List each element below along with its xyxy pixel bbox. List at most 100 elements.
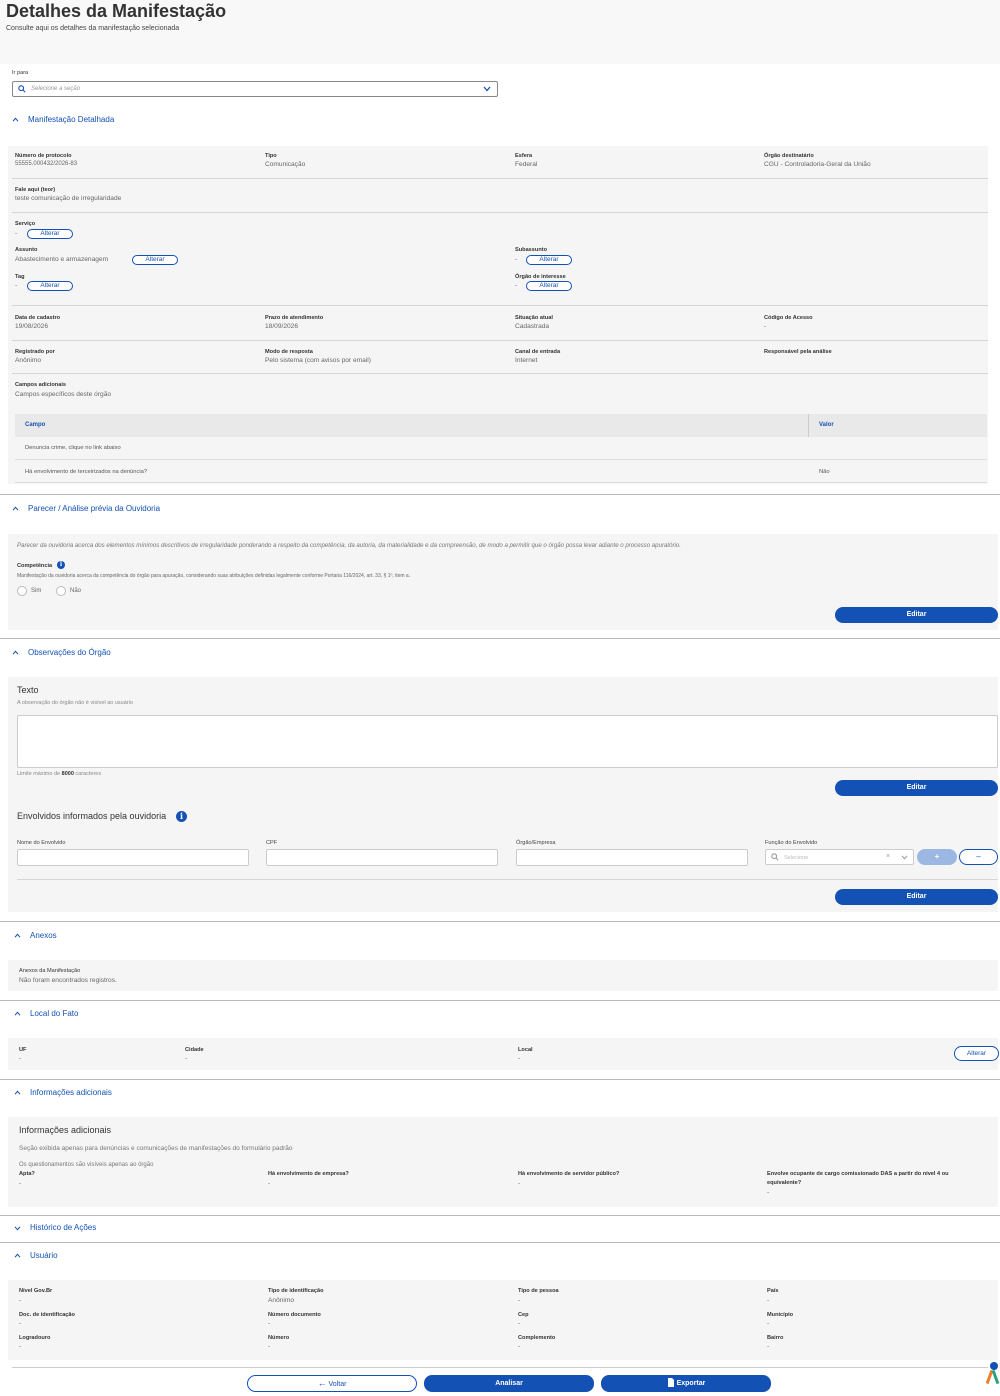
chevron-down-icon[interactable] bbox=[901, 855, 908, 860]
parecer-editar-button[interactable]: Editar bbox=[835, 607, 998, 623]
municipio-label: Município bbox=[767, 1312, 794, 1318]
divider bbox=[12, 305, 988, 306]
table-header-valor[interactable]: Valor bbox=[819, 422, 834, 428]
competencia-nao-radio[interactable] bbox=[56, 586, 66, 596]
local-alterar-button[interactable]: Alterar bbox=[954, 1046, 999, 1061]
chevron-up-icon[interactable] bbox=[12, 117, 19, 122]
section-local-title[interactable]: Local do Fato bbox=[30, 1009, 78, 1018]
orgao-interesse-alterar-button[interactable]: Alterar bbox=[526, 281, 572, 291]
section-divider bbox=[0, 494, 1000, 495]
observacao-editar-button[interactable]: Editar bbox=[835, 780, 998, 796]
divider bbox=[12, 373, 988, 374]
voltar-label: Voltar bbox=[328, 1381, 347, 1388]
table-header-campo[interactable]: Campo bbox=[25, 422, 45, 428]
competencia-sim-radio[interactable] bbox=[17, 586, 27, 596]
situacao-value: Cadastrada bbox=[515, 323, 550, 330]
codigo-acesso-value: - bbox=[764, 323, 767, 330]
bairro-value: - bbox=[767, 1343, 770, 1350]
servico-alterar-button[interactable]: Alterar bbox=[27, 229, 73, 239]
voltar-button[interactable]: ← Voltar bbox=[247, 1375, 417, 1392]
bairro-label: Bairro bbox=[767, 1335, 784, 1341]
modo-resposta-label: Modo de resposta bbox=[265, 349, 313, 355]
file-export-icon bbox=[667, 1378, 674, 1387]
nome-envolvido-input[interactable] bbox=[17, 849, 249, 866]
chevron-up-icon[interactable] bbox=[14, 1011, 21, 1016]
funcao-envolvido-select[interactable]: Selecione × bbox=[765, 849, 914, 865]
section-manifestacao-title[interactable]: Manifestação Detalhada bbox=[28, 115, 114, 124]
esfera-label: Esfera bbox=[515, 153, 533, 159]
cep-label: Cep bbox=[518, 1312, 529, 1318]
analisar-button[interactable]: Analisar bbox=[424, 1375, 594, 1392]
goto-select[interactable]: Selecione a seção bbox=[12, 81, 498, 97]
situacao-label: Situação atual bbox=[515, 315, 553, 321]
assunto-alterar-button[interactable]: Alterar bbox=[132, 255, 178, 265]
chevron-down-icon[interactable] bbox=[14, 1226, 21, 1231]
codigo-acesso-label: Código de Acesso bbox=[764, 315, 813, 321]
section-parecer-title[interactable]: Parecer / Análise prévia da Ouvidoria bbox=[28, 504, 160, 513]
cidade-value: - bbox=[185, 1055, 188, 1062]
apta-value: - bbox=[19, 1180, 22, 1187]
competencia-description: Manifestação da ouvidoria acerca da comp… bbox=[17, 573, 411, 579]
tipo-pessoa-value: - bbox=[518, 1297, 521, 1304]
observacao-textarea[interactable] bbox=[17, 715, 998, 768]
divider bbox=[12, 212, 988, 213]
cpf-input[interactable] bbox=[266, 849, 498, 866]
funcao-envolvido-label: Função do Envolvido bbox=[765, 840, 818, 846]
local-label: Local bbox=[518, 1047, 533, 1053]
goto-placeholder: Selecione a seção bbox=[31, 86, 81, 92]
numero-label: Número bbox=[268, 1335, 290, 1341]
chevron-up-icon[interactable] bbox=[14, 1253, 21, 1258]
chevron-up-icon[interactable] bbox=[12, 650, 19, 655]
nivel-label: Nível Gov.Br bbox=[19, 1288, 53, 1294]
info-icon[interactable]: i bbox=[176, 811, 187, 822]
numero-value: - bbox=[268, 1343, 271, 1350]
das-label-line2: equivalente? bbox=[767, 1180, 802, 1186]
chevron-up-icon[interactable] bbox=[14, 933, 21, 938]
local-value: - bbox=[518, 1055, 521, 1062]
registrado-por-value: Anônimo bbox=[15, 357, 42, 364]
orgao-destinatario-value: CGU - Controladoria-Geral da União bbox=[764, 161, 871, 168]
clear-icon[interactable]: × bbox=[886, 853, 890, 860]
cpf-label: CPF bbox=[266, 840, 278, 846]
municipio-value: - bbox=[767, 1320, 770, 1327]
logradouro-label: Logradouro bbox=[19, 1335, 51, 1341]
remove-envolvido-button[interactable]: – bbox=[959, 849, 998, 865]
accessibility-widget-icon[interactable] bbox=[986, 1362, 1000, 1390]
orgao-destinatario-label: Órgão destinatário bbox=[764, 153, 814, 159]
campos-adicionais-value: Campos específicos deste órgão bbox=[15, 391, 112, 398]
section-anexos-title[interactable]: Anexos bbox=[30, 931, 57, 940]
info-description: Seção exibida apenas para denúncias e co… bbox=[19, 1145, 293, 1152]
responsavel-label: Responsável pela análise bbox=[764, 349, 832, 355]
empresa-label: Há envolvimento de empresa? bbox=[268, 1171, 349, 1177]
page-title: Detalhes da Manifestação bbox=[6, 1, 227, 21]
section-info-title[interactable]: Informações adicionais bbox=[30, 1088, 112, 1097]
section-observacoes-title[interactable]: Observações do Órgão bbox=[28, 648, 111, 657]
search-icon bbox=[18, 85, 26, 93]
canal-entrada-label: Canal de entrada bbox=[515, 349, 561, 355]
exportar-button[interactable]: Exportar bbox=[601, 1375, 771, 1392]
uf-label: UF bbox=[19, 1047, 27, 1053]
servidor-value: - bbox=[518, 1180, 521, 1187]
tipo-label: Tipo bbox=[265, 153, 277, 159]
chevron-up-icon[interactable] bbox=[12, 506, 19, 511]
chevron-up-icon[interactable] bbox=[14, 1090, 21, 1095]
prazo-label: Prazo de atendimento bbox=[265, 315, 324, 321]
competencia-label: Competência bbox=[17, 563, 53, 569]
envolvidos-editar-button[interactable]: Editar bbox=[835, 889, 998, 905]
subassunto-alterar-button[interactable]: Alterar bbox=[526, 255, 572, 265]
add-envolvido-button[interactable]: + bbox=[917, 849, 957, 865]
section-divider bbox=[0, 1242, 1000, 1243]
search-icon bbox=[771, 853, 779, 861]
funcao-placeholder: Selecione bbox=[784, 855, 809, 861]
tag-value: - bbox=[15, 282, 18, 289]
subassunto-label: Subassunto bbox=[515, 247, 548, 253]
protocolo-value: 55555.000432/2026-83 bbox=[15, 161, 78, 167]
prazo-value: 18/09/2026 bbox=[265, 323, 299, 330]
section-historico-title[interactable]: Histórico de Ações bbox=[30, 1223, 96, 1232]
complemento-label: Complemento bbox=[518, 1335, 556, 1341]
tag-alterar-button[interactable]: Alterar bbox=[27, 281, 73, 291]
info-icon[interactable]: i bbox=[57, 561, 65, 569]
numero-documento-value: - bbox=[268, 1320, 271, 1327]
orgao-empresa-input[interactable] bbox=[516, 849, 748, 866]
section-usuario-title[interactable]: Usuário bbox=[30, 1251, 58, 1260]
